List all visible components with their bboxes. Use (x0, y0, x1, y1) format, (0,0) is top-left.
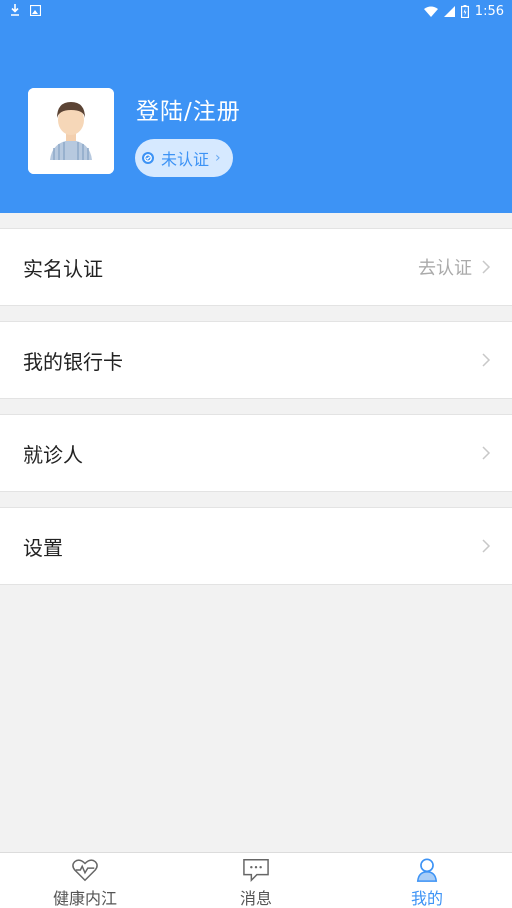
battery-icon (460, 5, 469, 18)
menu-item-settings[interactable]: 设置 (0, 507, 512, 585)
menu-item-bank-cards[interactable]: 我的银行卡 (0, 321, 512, 399)
tab-label: 健康内江 (52, 889, 117, 908)
login-register-link[interactable]: 登陆/注册 (136, 92, 241, 126)
tab-health-neijiang[interactable]: 健康内江 (0, 853, 170, 908)
menu-item-hint: 去认证 (418, 258, 472, 279)
tab-messages[interactable]: 消息 (171, 853, 341, 908)
profile-header: 登陆/注册 未认证 › (0, 0, 512, 213)
menu-item-label: 设置 (23, 535, 63, 560)
menu-item-label: 我的银行卡 (23, 349, 123, 374)
download-icon (11, 4, 19, 16)
image-icon (30, 4, 41, 16)
verify-status-label: 未认证 (161, 150, 210, 169)
chevron-right-icon (482, 353, 491, 367)
tab-label: 我的 (410, 889, 443, 908)
chevron-right-icon: › (215, 150, 221, 166)
verify-icon (142, 152, 154, 164)
tab-label: 消息 (239, 889, 272, 908)
menu-item-real-name-verification[interactable]: 实名认证 去认证 (0, 228, 512, 306)
status-time: 1:56 (474, 4, 504, 19)
tab-mine[interactable]: 我的 (342, 853, 512, 908)
chevron-right-icon (482, 539, 491, 553)
chevron-right-icon (482, 446, 491, 460)
wifi-icon (423, 6, 438, 17)
menu-item-patients[interactable]: 就诊人 (0, 414, 512, 492)
person-icon (416, 858, 438, 882)
chevron-right-icon (482, 260, 491, 274)
signal-icon (443, 6, 455, 17)
verify-status-badge[interactable]: 未认证 › (135, 139, 233, 177)
bottom-tab-bar: 健康内江 消息 我的 (0, 852, 512, 908)
menu-item-label: 实名认证 (23, 256, 103, 281)
avatar[interactable] (28, 88, 114, 174)
heart-pulse-icon (72, 859, 98, 882)
avatar-person-icon (28, 88, 114, 174)
menu-item-label: 就诊人 (23, 442, 83, 467)
message-icon (243, 859, 269, 883)
status-bar: 1:56 (0, 0, 512, 24)
